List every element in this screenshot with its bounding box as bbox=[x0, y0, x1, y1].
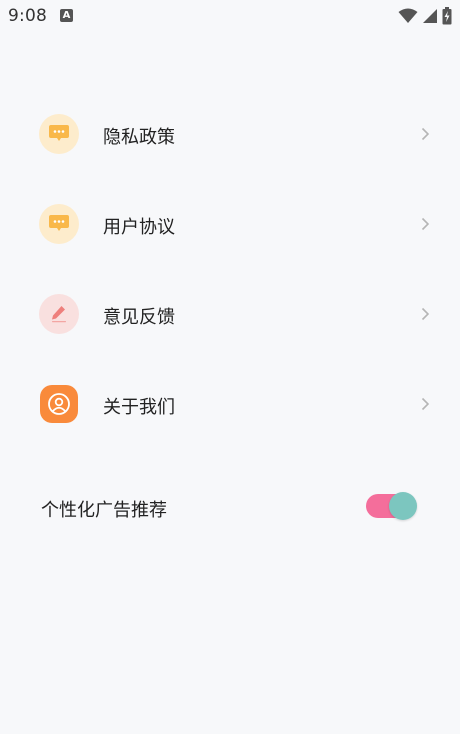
notification-a-icon: A bbox=[60, 9, 73, 22]
wifi-icon bbox=[398, 8, 418, 23]
personalized-ads-label: 个性化广告推荐 bbox=[41, 500, 167, 521]
menu-item-about-us[interactable]: 关于我们 bbox=[0, 360, 460, 450]
pencil-edit-icon bbox=[39, 294, 79, 334]
chevron-right-icon bbox=[421, 307, 430, 321]
menu-item-label: 意见反馈 bbox=[103, 307, 175, 328]
status-icons bbox=[398, 6, 452, 26]
toggle-knob bbox=[389, 492, 417, 520]
menu-item-privacy-policy[interactable]: 隐私政策 bbox=[0, 90, 460, 180]
menu-item-label: 用户协议 bbox=[103, 217, 175, 238]
signal-icon bbox=[423, 9, 437, 23]
menu-item-feedback[interactable]: 意见反馈 bbox=[0, 270, 460, 360]
menu-item-user-agreement[interactable]: 用户协议 bbox=[0, 180, 460, 270]
chevron-right-icon bbox=[421, 127, 430, 141]
status-time: 9:08 bbox=[8, 6, 47, 26]
status-bar: 9:08 A bbox=[0, 0, 460, 32]
chevron-right-icon bbox=[421, 397, 430, 411]
user-circle-icon bbox=[40, 385, 78, 423]
personalized-ads-toggle[interactable] bbox=[366, 492, 417, 520]
chat-bubble-icon bbox=[39, 114, 79, 154]
menu-item-label: 关于我们 bbox=[103, 397, 175, 418]
menu-item-label: 隐私政策 bbox=[103, 127, 175, 148]
settings-menu: 隐私政策 用户协议 意见反馈 关于我们 bbox=[0, 90, 460, 450]
battery-charging-icon bbox=[442, 7, 452, 25]
chat-bubble-icon bbox=[39, 204, 79, 244]
personalized-ads-setting: 个性化广告推荐 bbox=[0, 480, 460, 536]
chevron-right-icon bbox=[421, 217, 430, 231]
